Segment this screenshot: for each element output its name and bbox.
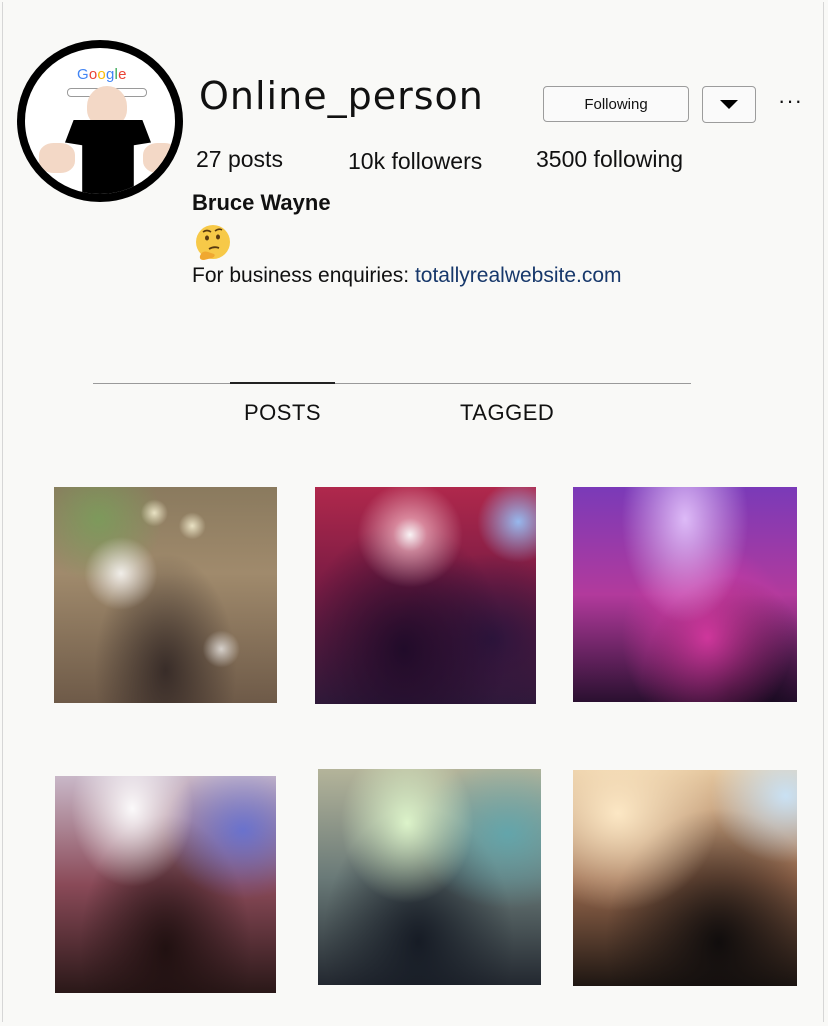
post-thumbnail[interactable] xyxy=(54,487,277,703)
bio-prefix: For business enquiries: xyxy=(192,264,415,287)
posts-count: 27 posts xyxy=(196,146,283,172)
avatar-arm-left xyxy=(39,143,75,173)
bio-text: For business enquiries: totallyrealwebsi… xyxy=(192,264,622,288)
avatar-image: Google xyxy=(25,48,175,194)
bio-website-link[interactable]: totallyrealwebsite.com xyxy=(415,264,622,287)
tab-posts[interactable]: POSTS xyxy=(244,400,321,426)
more-options-icon[interactable]: ··· xyxy=(778,88,803,114)
following-count[interactable]: 3500 following xyxy=(536,146,683,173)
post-thumbnail[interactable] xyxy=(573,487,797,702)
post-thumbnail[interactable] xyxy=(318,769,541,985)
full-name: Bruce Wayne xyxy=(192,190,331,215)
thinking-face-icon xyxy=(196,225,230,260)
profile-avatar[interactable]: Google xyxy=(17,40,183,202)
suggestions-dropdown-button[interactable] xyxy=(702,86,756,123)
post-thumbnail[interactable] xyxy=(55,776,276,993)
avatar-body xyxy=(65,120,151,194)
followers-count[interactable]: 10k followers xyxy=(348,148,482,175)
post-thumbnail[interactable] xyxy=(573,770,797,986)
caret-down-icon xyxy=(720,100,738,109)
active-tab-indicator xyxy=(230,382,335,384)
post-thumbnail[interactable] xyxy=(315,487,536,704)
google-logo: Google xyxy=(77,66,127,83)
following-button[interactable]: Following xyxy=(543,86,689,122)
username: Online_person xyxy=(199,74,484,118)
avatar-arm-right xyxy=(143,143,175,173)
tabs-divider xyxy=(93,383,691,384)
tab-tagged[interactable]: TAGGED xyxy=(460,400,554,426)
